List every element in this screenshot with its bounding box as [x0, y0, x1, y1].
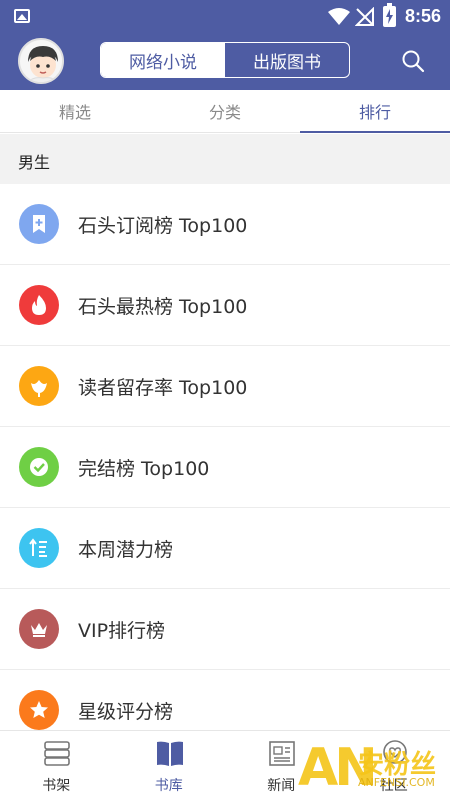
- avatar[interactable]: [18, 38, 64, 84]
- ranking-item-subscription[interactable]: 石头订阅榜 Top100: [0, 184, 450, 265]
- section-title: 男生: [18, 153, 51, 172]
- ranking-label: 石头订阅榜 Top100: [78, 215, 248, 237]
- search-icon[interactable]: [401, 49, 425, 73]
- ranking-item-completed[interactable]: 完结榜 Top100: [0, 427, 450, 508]
- sort-up-icon: [19, 528, 59, 568]
- tab-bar: 精选 分类 排行: [0, 90, 450, 133]
- ranking-label: 完结榜 Top100: [78, 458, 210, 480]
- lotus-icon: [19, 366, 59, 406]
- book-type-toggle: 网络小说 出版图书: [100, 42, 350, 78]
- ranking-list: 石头订阅榜 Top100 石头最热榜 Top100 读者留存率 Top100 完…: [0, 184, 450, 751]
- image-notification-icon: [14, 9, 30, 23]
- ranking-label: 星级评分榜: [78, 701, 174, 723]
- check-circle-icon: [19, 447, 59, 487]
- status-time: 8:56: [405, 6, 442, 26]
- flame-icon: [19, 285, 59, 325]
- ranking-item-retention[interactable]: 读者留存率 Top100: [0, 346, 450, 427]
- ranking-item-potential[interactable]: 本周潜力榜: [0, 508, 450, 589]
- section-header: 男生: [0, 134, 450, 184]
- watermark-logo: AN 安粉丝 ANFENSI.COM: [298, 740, 450, 800]
- star-icon: [19, 690, 59, 730]
- segment-published-books[interactable]: 出版图书: [225, 43, 349, 77]
- watermark-url: ANFENSI.COM: [358, 776, 435, 789]
- tab-featured[interactable]: 精选: [0, 90, 150, 132]
- ranking-item-hottest[interactable]: 石头最热榜 Top100: [0, 265, 450, 346]
- nav-bookshelf[interactable]: 书架: [0, 731, 113, 800]
- top-header: 网络小说 出版图书: [0, 33, 450, 90]
- battery-icon: [383, 3, 396, 27]
- tab-categories[interactable]: 分类: [150, 90, 300, 132]
- crown-icon: [19, 609, 59, 649]
- nav-label: 书库: [154, 778, 183, 794]
- wifi-icon: [328, 8, 350, 25]
- open-book-icon: [156, 741, 183, 766]
- bookmark-plus-icon: [19, 204, 59, 244]
- ranking-label: VIP排行榜: [78, 620, 166, 642]
- ranking-label: 石头最热榜 Top100: [78, 296, 248, 318]
- no-signal-icon: [355, 7, 374, 26]
- ranking-item-vip[interactable]: VIP排行榜: [0, 589, 450, 670]
- ranking-label: 读者留存率 Top100: [78, 377, 248, 399]
- nav-library[interactable]: 书库: [113, 731, 226, 800]
- nav-label: 书架: [42, 778, 71, 794]
- bookshelf-icon: [44, 741, 70, 766]
- newspaper-icon: [269, 741, 295, 766]
- tab-rankings[interactable]: 排行: [300, 90, 450, 133]
- segment-web-novel[interactable]: 网络小说: [101, 43, 225, 77]
- ranking-label: 本周潜力榜: [78, 539, 174, 561]
- status-bar: 8:56: [0, 0, 450, 33]
